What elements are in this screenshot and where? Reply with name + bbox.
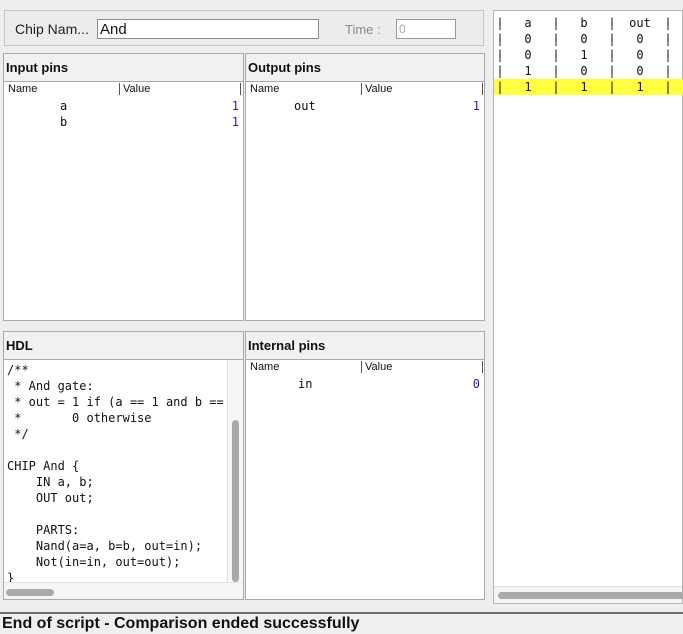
- comparison-horizontal-scrollbar-track[interactable]: [494, 586, 683, 603]
- column-divider: |: [496, 48, 504, 62]
- column-divider: |: [496, 32, 504, 46]
- internal-pins-panel: Internal pins Name Value in 0: [245, 331, 485, 600]
- truth-table-cell: 0: [580, 64, 588, 78]
- truth-table-row: | | | | 0 0 0: [494, 31, 683, 47]
- time-field[interactable]: 0: [396, 19, 456, 39]
- comparison-table-pane[interactable]: | | | | a b out | | | | 0 0 0 | | | | 0 1 0 | | | | 1 0 0 | | | | 1 1 1: [493, 10, 683, 604]
- chip-toolbar: Chip Nam... And Time : 0: [4, 10, 484, 46]
- pin-name: out: [294, 99, 316, 113]
- column-divider: |: [608, 16, 616, 30]
- status-bar: End of script - Comparison ended success…: [0, 612, 683, 634]
- comparison-horizontal-scrollbar[interactable]: [498, 592, 683, 599]
- column-divider: |: [552, 64, 560, 78]
- col-name-header[interactable]: Name: [250, 361, 279, 373]
- internal-pins-title: Internal pins: [248, 338, 326, 353]
- truth-table-header: | | | | a b out: [494, 15, 683, 31]
- column-divider: |: [608, 80, 616, 94]
- column-divider: |: [664, 64, 672, 78]
- pin-value[interactable]: 1: [473, 99, 480, 113]
- output-pins-table[interactable]: Name Value out 1: [246, 81, 484, 320]
- col-value-header[interactable]: Value: [123, 83, 150, 95]
- hdl-editor[interactable]: /** * And gate: * out = 1 if (a == 1 and…: [4, 359, 243, 599]
- chip-name-field[interactable]: And: [97, 19, 319, 39]
- status-message: End of script - Comparison ended success…: [2, 615, 360, 632]
- truth-table-cell: 0: [580, 32, 588, 46]
- truth-table-cell: 0: [636, 32, 644, 46]
- pin-value[interactable]: 0: [473, 377, 480, 391]
- truth-table-cell: 1: [524, 64, 532, 78]
- output-pins-panel: Output pins Name Value out 1: [245, 53, 485, 321]
- column-divider: |: [664, 16, 672, 30]
- column-divider: [240, 83, 241, 95]
- truth-table-row: | | | | 1 0 0: [494, 63, 683, 79]
- truth-table-cell: 0: [636, 48, 644, 62]
- pin-name: a: [60, 99, 68, 113]
- truth-table-row: | | | | 0 1 0: [494, 47, 683, 63]
- time-label: Time :: [345, 22, 381, 37]
- output-pins-header: Name Value: [246, 82, 484, 98]
- truth-table-cell: 1: [636, 80, 644, 94]
- internal-pin-row[interactable]: in 0: [246, 377, 484, 393]
- column-divider: [119, 83, 120, 95]
- pin-value[interactable]: 1: [232, 115, 239, 129]
- input-pin-row[interactable]: b 1: [4, 115, 243, 131]
- column-divider: |: [608, 32, 616, 46]
- output-pin-row[interactable]: out 1: [246, 99, 484, 115]
- column-divider: |: [552, 48, 560, 62]
- hdl-horizontal-scrollbar[interactable]: [6, 589, 54, 596]
- col-name-header[interactable]: Name: [8, 83, 37, 95]
- col-value-header[interactable]: Value: [365, 83, 392, 95]
- truth-table-cell: 1: [580, 48, 588, 62]
- truth-table-cell: 1: [580, 80, 588, 94]
- internal-pins-header: Name Value: [246, 360, 484, 376]
- pin-name: b: [60, 115, 68, 129]
- truth-table-row: | | | | 1 1 1: [494, 79, 683, 95]
- hdl-title: HDL: [6, 338, 33, 353]
- column-divider: |: [496, 64, 504, 78]
- col-value-header[interactable]: Value: [365, 361, 392, 373]
- input-pins-table[interactable]: Name Value a 1 b 1: [4, 81, 243, 320]
- column-divider: [361, 361, 362, 373]
- truth-table-column-header: out: [629, 16, 651, 30]
- input-pin-row[interactable]: a 1: [4, 99, 243, 115]
- input-pins-title: Input pins: [6, 60, 69, 75]
- input-pins-header: Name Value: [4, 82, 243, 98]
- truth-table-cell: 0: [636, 64, 644, 78]
- column-divider: |: [664, 48, 672, 62]
- truth-table-cell: 0: [524, 32, 532, 46]
- pin-name: in: [298, 377, 313, 391]
- output-pins-title: Output pins: [248, 60, 321, 75]
- column-divider: |: [552, 16, 560, 30]
- column-divider: |: [664, 80, 672, 94]
- column-divider: [361, 83, 362, 95]
- hdl-code[interactable]: /** * And gate: * out = 1 if (a == 1 and…: [7, 362, 238, 586]
- column-divider: [482, 83, 483, 95]
- input-pins-panel: Input pins Name Value a 1 b 1: [3, 53, 244, 321]
- column-divider: |: [664, 32, 672, 46]
- column-divider: [482, 361, 483, 373]
- col-name-header[interactable]: Name: [250, 83, 279, 95]
- column-divider: |: [552, 80, 560, 94]
- hdl-vertical-scrollbar-track[interactable]: [227, 360, 243, 583]
- column-divider: |: [496, 80, 504, 94]
- column-divider: |: [496, 16, 504, 30]
- truth-table-column-header: b: [580, 16, 588, 30]
- column-divider: |: [608, 64, 616, 78]
- chip-name-label: Chip Nam...: [15, 21, 89, 37]
- truth-table-column-header: a: [524, 16, 532, 30]
- truth-table-cell: 1: [524, 80, 532, 94]
- internal-pins-table[interactable]: Name Value in 0: [246, 359, 484, 599]
- hdl-vertical-scrollbar[interactable]: [232, 420, 239, 582]
- pin-value[interactable]: 1: [232, 99, 239, 113]
- hdl-horizontal-scrollbar-track[interactable]: [4, 582, 243, 599]
- column-divider: |: [552, 32, 560, 46]
- truth-table-cell: 0: [524, 48, 532, 62]
- column-divider: |: [608, 48, 616, 62]
- hdl-panel: HDL /** * And gate: * out = 1 if (a == 1…: [3, 331, 244, 600]
